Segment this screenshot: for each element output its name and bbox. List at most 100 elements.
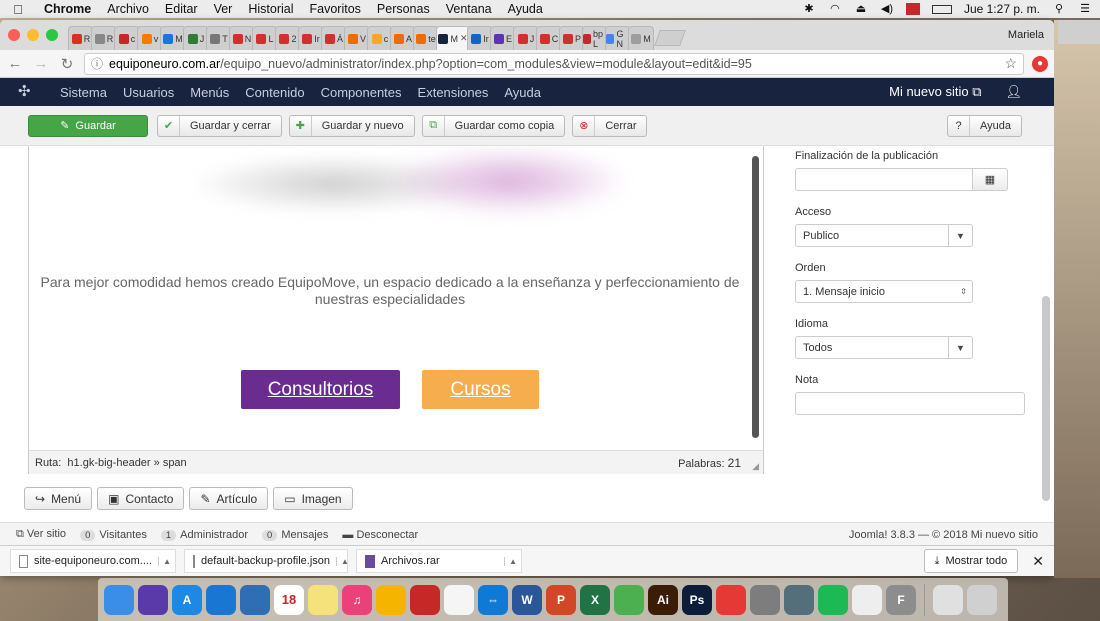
browser-tab[interactable]: M — [628, 26, 654, 50]
safari-icon[interactable] — [206, 584, 236, 615]
powerpoint-icon[interactable]: P — [546, 584, 576, 615]
spotify-icon[interactable] — [818, 584, 848, 615]
resize-grip-icon[interactable]: ◢ — [752, 461, 759, 472]
download-item[interactable]: site-equiponeuro.com.....zip ▲ — [10, 549, 176, 573]
menu-ventana[interactable]: Ventana — [438, 2, 500, 16]
itunes-icon[interactable]: ♫ — [342, 584, 372, 615]
admins-status[interactable]: 1 Administrador — [160, 529, 248, 541]
help-button[interactable]: ? Ayuda — [947, 114, 1022, 137]
profile-name[interactable]: Mariela — [1008, 29, 1044, 41]
cursos-button[interactable]: Cursos — [422, 370, 539, 409]
article-insert-button[interactable]: ✎ Artículo — [189, 487, 269, 510]
zoom-window-button[interactable] — [46, 29, 58, 41]
chrome-icon[interactable] — [614, 584, 644, 615]
save-new-button[interactable]: ✚ Guardar y nuevo — [288, 114, 415, 137]
joomla-logo-icon[interactable]: ✣ — [18, 84, 34, 100]
note-input[interactable] — [795, 392, 1025, 415]
notification-center-icon[interactable]: ☰ — [1078, 3, 1092, 15]
close-icon[interactable]: ✕ — [1032, 553, 1044, 570]
contact-insert-button[interactable]: ▣ Contacto — [97, 487, 185, 510]
editor-scrollbar[interactable] — [752, 156, 759, 438]
menu-personas[interactable]: Personas — [369, 2, 438, 16]
user-icon[interactable]: 👤︎ — [1005, 84, 1022, 100]
url-input[interactable]: ⓘ equiponeuro.com.ar/equipo_nuevo/admini… — [84, 52, 1024, 75]
nav-contenido[interactable]: Contenido — [237, 85, 312, 100]
messages-status[interactable]: 0 Mensajes — [262, 529, 328, 541]
order-select[interactable]: 1. Mensaje inicio ⇳ — [795, 280, 973, 303]
illustrator-icon[interactable]: Ai — [648, 584, 678, 615]
acrobat-icon[interactable] — [716, 584, 746, 615]
nav-ayuda[interactable]: Ayuda — [496, 85, 549, 100]
view-site-link[interactable]: Mi nuevo sitio ⧉ — [889, 84, 981, 100]
browser-tab[interactable]: M ✕ — [436, 26, 470, 50]
teamviewer-icon[interactable]: ⇔ — [478, 584, 508, 615]
menu-ver[interactable]: Ver — [206, 2, 241, 16]
menu-editar[interactable]: Editar — [157, 2, 206, 16]
chevron-down-icon[interactable]: ▲ — [158, 556, 171, 566]
visitors-status[interactable]: 0 Visitantes — [80, 529, 147, 541]
menu-insert-button[interactable]: ↪ Menú — [24, 487, 93, 510]
reload-button[interactable]: ↻ — [58, 55, 76, 73]
save-close-button[interactable]: ✔ Guardar y cerrar — [157, 114, 282, 137]
language-select[interactable]: Todos ▼ — [795, 336, 973, 359]
filezilla-icon[interactable] — [410, 584, 440, 615]
calendar-icon[interactable]: 18 — [274, 584, 304, 615]
font-book-icon[interactable]: F — [886, 584, 916, 615]
menu-archivo[interactable]: Archivo — [99, 2, 157, 16]
close-button[interactable]: ⊗ Cerrar — [572, 114, 648, 137]
excel-icon[interactable]: X — [580, 584, 610, 615]
word-icon[interactable]: W — [512, 584, 542, 615]
minimize-window-button[interactable] — [27, 29, 39, 41]
photoshop-icon[interactable]: Ps — [682, 584, 712, 615]
download-item[interactable]: default-backup-profile.json ▲ — [184, 549, 349, 573]
siri-icon[interactable] — [138, 584, 168, 615]
menu-app-name[interactable]: Chrome — [36, 2, 99, 16]
battery-icon[interactable] — [931, 4, 952, 14]
reminders-icon[interactable] — [444, 584, 474, 615]
downloads-stack-icon[interactable] — [933, 584, 963, 615]
spotlight-search-icon[interactable]: ⚲ — [1052, 3, 1066, 15]
menu-favoritos[interactable]: Favoritos — [302, 2, 369, 16]
eject-icon[interactable]: ⏏ — [854, 3, 868, 15]
close-window-button[interactable] — [8, 29, 20, 41]
menu-historial[interactable]: Historial — [240, 2, 301, 16]
menu-ayuda[interactable]: Ayuda — [500, 2, 551, 16]
extension-icon[interactable]: ● — [1032, 55, 1048, 72]
bookmark-star-icon[interactable]: ☆ — [1004, 55, 1017, 72]
flag-icon[interactable] — [905, 3, 920, 15]
trash-icon[interactable] — [967, 584, 997, 615]
nav-extensiones[interactable]: Extensiones — [410, 85, 497, 100]
download-item[interactable]: Archivos.rar ▲ — [356, 549, 522, 573]
system-preferences-icon[interactable] — [750, 584, 780, 615]
menubar-clock[interactable]: Jue 1:27 p. m. — [964, 2, 1040, 16]
finish-publishing-input[interactable] — [795, 168, 973, 191]
notes-icon[interactable] — [308, 584, 338, 615]
access-select[interactable]: Publico ▼ — [795, 224, 973, 247]
textedit-icon[interactable] — [852, 584, 882, 615]
editor-canvas[interactable]: Para mejor comodidad hemos creado Equipo… — [29, 146, 763, 450]
network-icon[interactable] — [784, 584, 814, 615]
nav-componentes[interactable]: Componentes — [313, 85, 410, 100]
photos-icon[interactable] — [376, 584, 406, 615]
info-icon[interactable]: ⓘ — [91, 55, 103, 72]
calendar-icon[interactable]: ▦ — [973, 168, 1008, 191]
app-store-icon[interactable]: A — [172, 584, 202, 615]
chevron-down-icon[interactable]: ▲ — [504, 556, 517, 566]
wifi-icon[interactable]: ◠ — [828, 3, 842, 15]
view-site-status[interactable]: ⧉ Ver sitio — [16, 528, 66, 541]
volume-icon[interactable]: ◀) — [880, 3, 894, 15]
consultorios-button[interactable]: Consultorios — [241, 370, 400, 409]
apple-menu-icon[interactable]:  — [0, 2, 36, 17]
show-all-downloads-button[interactable]: ⤓ Mostrar todo — [923, 549, 1019, 573]
forward-button[interactable]: → — [32, 55, 50, 72]
nav-menus[interactable]: Menús — [182, 85, 237, 100]
logout-link[interactable]: ▬ Desconectar — [342, 529, 418, 541]
image-insert-button[interactable]: ▭ Imagen — [273, 487, 353, 510]
finder-icon[interactable] — [104, 584, 134, 615]
chevron-down-icon[interactable]: ▲ — [336, 556, 349, 566]
save-copy-button[interactable]: ⧉ Guardar como copia — [421, 114, 566, 137]
new-tab-button[interactable] — [654, 30, 686, 46]
nav-sistema[interactable]: Sistema — [52, 85, 115, 100]
back-button[interactable]: ← — [6, 55, 24, 72]
nav-usuarios[interactable]: Usuarios — [115, 85, 182, 100]
